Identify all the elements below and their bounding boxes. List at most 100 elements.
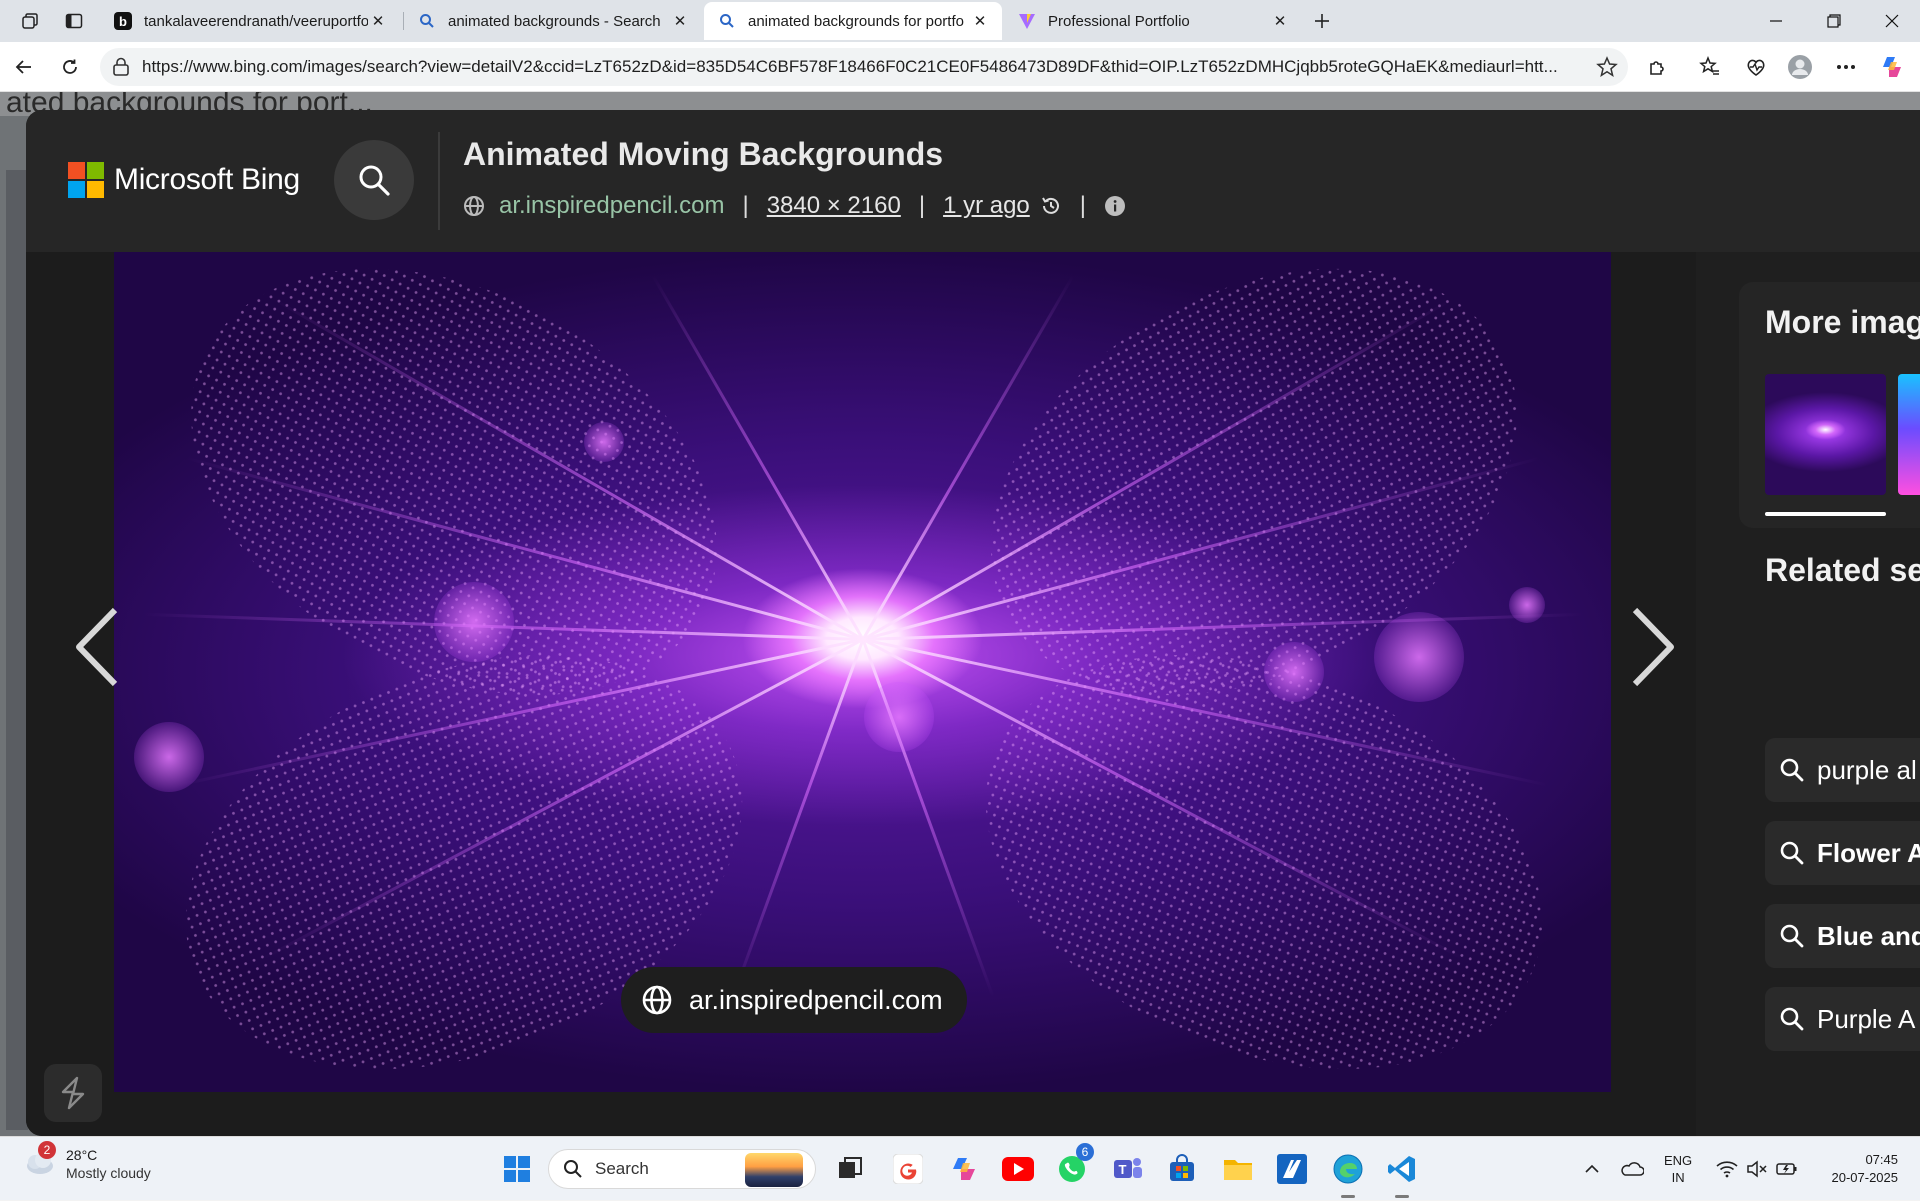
search-icon bbox=[1779, 923, 1805, 949]
teams-app-icon[interactable]: T bbox=[1108, 1149, 1148, 1189]
app-icon[interactable] bbox=[1272, 1149, 1312, 1189]
windows-start-icon bbox=[504, 1156, 530, 1182]
source-domain-link[interactable]: ar.inspiredpencil.com bbox=[499, 192, 724, 220]
clock-time: 07:45 bbox=[1865, 1152, 1898, 1167]
search-icon bbox=[564, 1160, 582, 1178]
related-search-label: Blue and bbox=[1817, 920, 1920, 951]
battery-icon[interactable] bbox=[1776, 1137, 1798, 1201]
ms-red bbox=[68, 162, 85, 179]
wifi-icon[interactable] bbox=[1716, 1137, 1738, 1201]
info-icon[interactable] bbox=[1104, 195, 1126, 217]
favorites-icon[interactable] bbox=[1692, 49, 1728, 85]
bing-b-icon: b bbox=[114, 12, 132, 30]
clock[interactable]: 07:45 20-07-2025 bbox=[1818, 1137, 1899, 1201]
image-meta: ar.inspiredpencil.com | 3840 × 2160 | 1 … bbox=[463, 192, 1126, 220]
show-hidden-icons[interactable] bbox=[1584, 1137, 1600, 1201]
file-explorer-icon[interactable] bbox=[1218, 1149, 1258, 1189]
brand-label: Microsoft Bing bbox=[114, 163, 300, 196]
profile-avatar[interactable] bbox=[1782, 49, 1818, 85]
tab-title: Professional Portfolio bbox=[1048, 12, 1190, 30]
start-button[interactable] bbox=[497, 1149, 537, 1189]
search-icon bbox=[359, 165, 390, 196]
site-info-icon[interactable] bbox=[112, 57, 130, 82]
more-options-icon[interactable] bbox=[1828, 49, 1864, 85]
tab-strip: b tankalaveerendranath/veeruportfo ✕ ani… bbox=[0, 0, 1920, 42]
tab-github[interactable]: b tankalaveerendranath/veeruportfo ✕ bbox=[100, 2, 400, 40]
store-app-icon[interactable] bbox=[1162, 1149, 1202, 1189]
close-window-icon[interactable] bbox=[1864, 0, 1920, 42]
vscode-app-icon[interactable] bbox=[1382, 1149, 1422, 1189]
edge-app-icon[interactable] bbox=[1328, 1149, 1368, 1189]
chevron-up-icon bbox=[1585, 1164, 1599, 1173]
main-image[interactable] bbox=[114, 252, 1611, 1092]
related-search-item[interactable]: purple al bbox=[1765, 738, 1920, 802]
extensions-icon[interactable] bbox=[1640, 49, 1676, 85]
globe-icon bbox=[463, 195, 485, 217]
tab-title: animated backgrounds for portfo bbox=[748, 12, 964, 30]
source-pill[interactable]: ar.inspiredpencil.com bbox=[621, 967, 967, 1033]
image-dimensions-link[interactable]: 3840 × 2160 bbox=[767, 192, 901, 220]
more-image-thumbnail[interactable] bbox=[1765, 374, 1886, 495]
volume-muted-icon[interactable] bbox=[1746, 1137, 1768, 1201]
task-view-icon[interactable] bbox=[830, 1149, 870, 1189]
related-search-item[interactable]: Flower A bbox=[1765, 821, 1920, 885]
related-search-item[interactable]: Blue and bbox=[1765, 904, 1920, 968]
image-viewer-modal: Microsoft Bing Animated Moving Backgroun… bbox=[26, 110, 1920, 1136]
more-image-thumbnail[interactable] bbox=[1898, 374, 1920, 495]
vite-icon bbox=[1018, 12, 1036, 30]
search-button[interactable] bbox=[334, 140, 414, 220]
youtube-app-icon[interactable] bbox=[998, 1149, 1038, 1189]
browser-essentials-icon[interactable] bbox=[1738, 49, 1774, 85]
google-app-icon[interactable] bbox=[888, 1149, 928, 1189]
vertical-tabs-icon[interactable] bbox=[58, 6, 90, 36]
whatsapp-badge: 6 bbox=[1076, 1143, 1094, 1161]
close-tab-icon[interactable]: ✕ bbox=[368, 11, 388, 31]
ms-blue bbox=[68, 181, 85, 198]
copilot-button[interactable] bbox=[44, 1064, 102, 1122]
previous-image-button[interactable] bbox=[66, 597, 126, 697]
tab-search-1[interactable]: animated backgrounds - Search ✕ bbox=[404, 2, 702, 40]
restore-icon[interactable] bbox=[1806, 0, 1862, 42]
tab-search-active[interactable]: animated backgrounds for portfo ✕ bbox=[704, 2, 1002, 40]
weather-desc: Mostly cloudy bbox=[66, 1165, 151, 1181]
close-tab-icon[interactable]: ✕ bbox=[1270, 11, 1290, 31]
workspaces-icon[interactable] bbox=[14, 6, 46, 36]
globe-icon bbox=[641, 984, 673, 1016]
image-age-link[interactable]: 1 yr ago bbox=[943, 192, 1030, 220]
weather-widget[interactable]: 2 28°C Mostly cloudy bbox=[22, 1141, 151, 1181]
refresh-icon[interactable] bbox=[52, 49, 88, 85]
history-icon[interactable] bbox=[1040, 195, 1062, 217]
next-image-button[interactable] bbox=[1624, 597, 1684, 697]
taskbar-search[interactable]: Search bbox=[548, 1149, 816, 1189]
more-images-card: More imag bbox=[1739, 282, 1920, 528]
source-pill-label: ar.inspiredpencil.com bbox=[689, 984, 943, 1015]
url-text: https://www.bing.com/images/search?view=… bbox=[142, 57, 1558, 76]
close-tab-icon[interactable]: ✕ bbox=[970, 11, 990, 31]
cloud-icon: 2 bbox=[22, 1141, 56, 1181]
windows-taskbar: 2 28°C Mostly cloudy Search 6 T ENG IN 0… bbox=[0, 1136, 1920, 1200]
minimize-icon[interactable] bbox=[1748, 0, 1804, 42]
tab-portfolio[interactable]: Professional Portfolio ✕ bbox=[1004, 2, 1302, 40]
microsoft-bing-logo[interactable]: Microsoft Bing bbox=[68, 162, 300, 198]
favorite-star-icon[interactable] bbox=[1596, 56, 1618, 83]
related-search-item[interactable]: Purple A bbox=[1765, 987, 1920, 1051]
close-tab-icon[interactable]: ✕ bbox=[670, 11, 690, 31]
address-bar[interactable]: https://www.bing.com/images/search?view=… bbox=[100, 48, 1628, 86]
new-tab-icon[interactable] bbox=[1306, 6, 1338, 36]
related-search-label: purple al bbox=[1817, 754, 1917, 785]
tab-title: animated backgrounds - Search bbox=[448, 12, 661, 30]
svg-text:b: b bbox=[119, 14, 127, 29]
related-search-label: Flower A bbox=[1817, 837, 1920, 868]
related-searches-heading: Related se bbox=[1765, 552, 1920, 588]
language-top: ENG bbox=[1664, 1153, 1693, 1168]
copilot-app-icon[interactable] bbox=[944, 1149, 984, 1189]
clock-date: 20-07-2025 bbox=[1831, 1170, 1899, 1185]
back-icon[interactable] bbox=[6, 49, 42, 85]
whatsapp-app-icon[interactable]: 6 bbox=[1052, 1143, 1094, 1189]
copilot-icon[interactable] bbox=[1874, 49, 1910, 85]
weather-temp: 28°C bbox=[66, 1147, 98, 1163]
search-highlight-image bbox=[745, 1153, 803, 1187]
onedrive-icon[interactable] bbox=[1620, 1137, 1644, 1201]
language-indicator[interactable]: ENG IN bbox=[1664, 1137, 1692, 1201]
search-icon bbox=[418, 12, 436, 30]
